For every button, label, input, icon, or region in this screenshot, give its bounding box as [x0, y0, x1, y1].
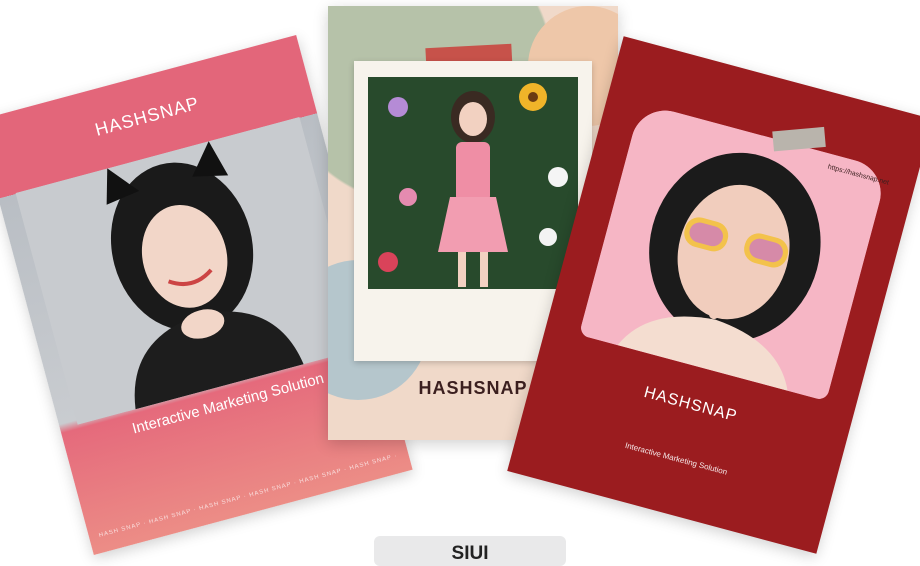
- poster-photo-right: [578, 103, 889, 402]
- poster-photo-middle: [368, 77, 578, 289]
- bottom-tab-label: SIUI: [451, 543, 489, 564]
- tape-strip-right: [772, 126, 826, 152]
- footer-repeat-left: HASH SNAP · HASH SNAP · HASH SNAP · HASH…: [98, 453, 399, 539]
- bottom-tab-button[interactable]: SIUI: [374, 536, 566, 566]
